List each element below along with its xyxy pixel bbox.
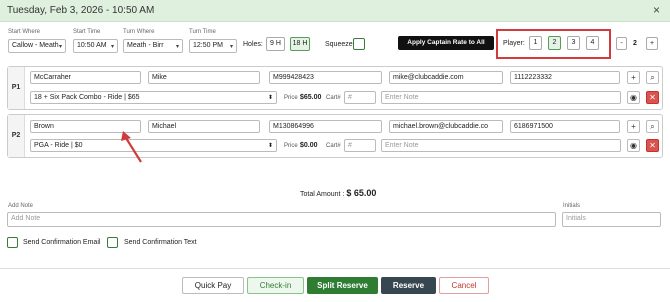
split-reserve-button[interactable]: Split Reserve (307, 277, 378, 294)
player-label: P1 (8, 67, 25, 109)
cart-label: Cart# (326, 143, 341, 149)
member-id-field[interactable]: M999428423 (269, 71, 382, 84)
send-email-checkbox[interactable] (7, 237, 18, 248)
player-label: P2 (8, 115, 25, 157)
rate-select[interactable]: PGA - Ride | $0 ⬍ (30, 139, 277, 152)
player-label: Player: (503, 40, 525, 47)
sort-caret-icon: ⬍ (267, 95, 273, 101)
total-label: Total Amount : (300, 191, 345, 198)
email-field[interactable]: mike@clubcaddie.com (389, 71, 503, 84)
add-note-field[interactable]: Add Note (7, 212, 556, 227)
turn-time-value: 12:50 PM (193, 42, 223, 49)
price-value: $0.00 (300, 142, 318, 149)
member-id-field[interactable]: M130864996 (269, 120, 382, 133)
remove-icon[interactable]: ✕ (646, 139, 659, 152)
player-row: P1 McCarraher Mike M999428423 mike@clubc… (7, 66, 663, 110)
close-icon[interactable]: × (653, 3, 660, 17)
add-icon[interactable]: + (627, 120, 640, 133)
price-value: $65.00 (300, 94, 322, 101)
view-icon[interactable]: ◉ (627, 91, 640, 104)
chevron-down-icon: ▾ (58, 44, 62, 50)
rate-select[interactable]: 18 + Six Pack Combo - Ride | $65 ⬍ (30, 91, 277, 104)
chevron-down-icon: ▾ (175, 44, 179, 50)
send-email-label: Send Confirmation Email (23, 239, 101, 246)
rate-value: PGA - Ride | $0 (34, 142, 83, 149)
send-text-checkbox[interactable] (107, 237, 118, 248)
turn-time-select[interactable]: 12:50 PM ▾ (189, 39, 237, 53)
start-time-value: 10:50 AM (77, 42, 107, 49)
start-time-label: Start Time (73, 29, 101, 35)
dialog-header: Tuesday, Feb 3, 2026 - 10:50 AM × (0, 0, 670, 22)
first-name-field[interactable]: Michael (148, 120, 260, 133)
dialog-title: Tuesday, Feb 3, 2026 - 10:50 AM (7, 5, 155, 16)
last-name-field[interactable]: McCarraher (30, 71, 141, 84)
start-time-select[interactable]: 10:50 AM ▾ (73, 39, 118, 53)
holes-18-button[interactable]: 18 H (290, 37, 310, 51)
dialog-footer: Quick Pay Check-in Split Reserve Reserve… (0, 268, 670, 302)
player-count-2-button[interactable]: 2 (548, 36, 561, 50)
total-value: $ 65.00 (346, 188, 377, 198)
start-where-select[interactable]: Callow - Meath ▾ (8, 39, 66, 53)
apply-captain-rate-button[interactable]: Apply Captain Rate to All (398, 36, 494, 50)
squeeze-label: Squeeze (325, 41, 353, 48)
note-field[interactable]: Enter Note (381, 91, 621, 104)
cart-number-field[interactable]: # (344, 91, 376, 104)
holes-9-button[interactable]: 9 H (266, 37, 285, 51)
qty-minus-button[interactable]: - (616, 37, 627, 50)
qty-plus-button[interactable]: + (646, 37, 658, 50)
turn-where-label: Turn Where (123, 29, 155, 35)
sort-caret-icon: ⬍ (267, 143, 273, 149)
squeeze-checkbox[interactable] (353, 38, 365, 50)
search-icon[interactable]: ⌕ (646, 71, 659, 84)
player-count-4-button[interactable]: 4 (586, 36, 599, 50)
player-count-3-button[interactable]: 3 (567, 36, 580, 50)
holes-label: Holes: (243, 41, 263, 48)
last-name-field[interactable]: Brown (30, 120, 141, 133)
cart-number-field[interactable]: # (344, 139, 376, 152)
cart-label: Cart# (326, 95, 341, 101)
price-label: Price : (284, 143, 302, 149)
chevron-down-icon: ▾ (110, 44, 114, 50)
initials-field[interactable]: Initials (562, 212, 661, 227)
phone-field[interactable]: 1112223332 (510, 71, 620, 84)
player-count-1-button[interactable]: 1 (529, 36, 542, 50)
player-row: P2 Brown Michael M130864996 michael.brow… (7, 114, 663, 158)
check-in-button[interactable]: Check-in (247, 277, 304, 294)
cancel-button[interactable]: Cancel (439, 277, 489, 294)
first-name-field[interactable]: Mike (148, 71, 260, 84)
total-amount: Total Amount : $ 65.00 (300, 188, 376, 198)
initials-label: Initials (563, 203, 581, 209)
start-where-value: Callow - Meath (12, 42, 59, 49)
view-icon[interactable]: ◉ (627, 139, 640, 152)
reserve-button[interactable]: Reserve (381, 277, 436, 294)
add-note-label: Add Note (8, 203, 34, 209)
note-field[interactable]: Enter Note (381, 139, 621, 152)
send-text-label: Send Confirmation Text (124, 239, 197, 246)
phone-field[interactable]: 6186971500 (510, 120, 620, 133)
chevron-down-icon: ▾ (229, 44, 233, 50)
start-where-label: Start Where (8, 29, 41, 35)
add-icon[interactable]: + (627, 71, 640, 84)
turn-where-select[interactable]: Meath - Birr ▾ (123, 39, 183, 53)
turn-time-label: Turn Time (189, 29, 216, 35)
turn-where-value: Meath - Birr (127, 42, 164, 49)
tee-time-dialog: Tuesday, Feb 3, 2026 - 10:50 AM × Start … (0, 0, 670, 302)
rate-value: 18 + Six Pack Combo - Ride | $65 (34, 94, 140, 101)
quick-pay-button[interactable]: Quick Pay (182, 277, 244, 294)
search-icon[interactable]: ⌕ (646, 120, 659, 133)
qty-value: 2 (633, 40, 637, 47)
remove-icon[interactable]: ✕ (646, 91, 659, 104)
price-label: Price : (284, 95, 302, 101)
email-field[interactable]: michael.brown@clubcaddie.co (389, 120, 503, 133)
